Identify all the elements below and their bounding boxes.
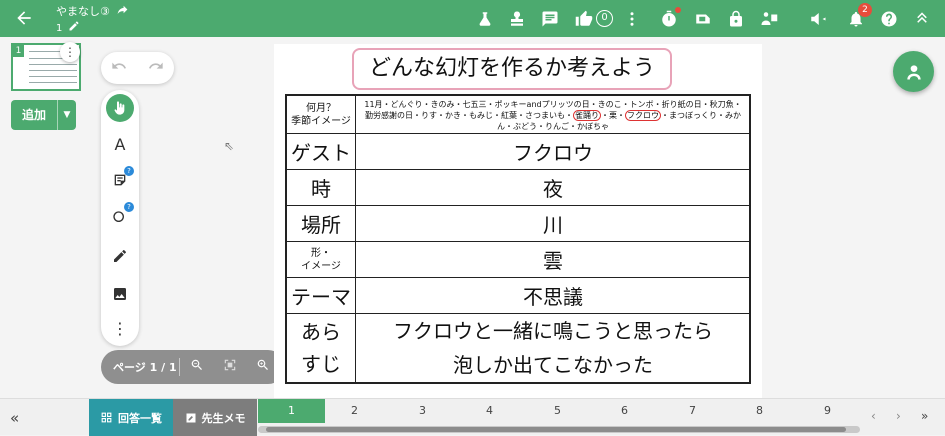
teacher-memo-label: 先生メモ	[201, 411, 246, 425]
fit-screen-icon[interactable]	[213, 358, 246, 376]
row-value[interactable]: 不思議	[357, 278, 749, 313]
image-icon[interactable]	[106, 280, 134, 308]
page-control: ページ 1 / 1	[101, 350, 285, 384]
circled-keyword: 雀踊り	[573, 109, 601, 121]
table-row: あら すじ フクロウと一緒に鳴こうと思ったら 泡しか出てこなかった	[287, 313, 749, 382]
stamp-icon[interactable]	[506, 8, 528, 30]
share-icon[interactable]	[116, 3, 129, 20]
row-value[interactable]: 夜	[357, 170, 749, 205]
story-label: あら すじ	[287, 314, 356, 382]
memo-icon	[186, 413, 195, 422]
help-icon[interactable]	[878, 8, 900, 30]
page-number-label: 1	[56, 22, 63, 34]
page-tab-2[interactable]: 2	[321, 399, 388, 423]
page-scrollbar-thumb[interactable]	[266, 427, 846, 432]
row-value[interactable]: 雲	[357, 242, 749, 277]
row-value[interactable]: 川	[357, 206, 749, 241]
thumbnail-menu-icon[interactable]: ⋮	[60, 42, 80, 62]
more-tools-icon[interactable]: ⋮	[106, 314, 134, 342]
more-vert-icon[interactable]	[621, 8, 643, 30]
table-row: 場所 川	[287, 205, 749, 241]
lock-icon[interactable]	[725, 8, 747, 30]
notification-badge: 2	[858, 3, 872, 17]
page-indicator: ページ 1 / 1	[113, 361, 177, 374]
page-tab-6[interactable]: 6	[591, 399, 658, 423]
row-label: 形・ イメージ	[287, 242, 356, 277]
table-row: 形・ イメージ 雲	[287, 241, 749, 277]
thumbnail-number: 1	[13, 45, 24, 57]
undo-icon[interactable]	[111, 58, 127, 78]
page-tab-3[interactable]: 3	[389, 399, 456, 423]
table-row: 何月？ 季節イメージ 11月・どんぐり・きのみ・七五三・ポッキーandプリッツの日…	[287, 96, 749, 134]
add-page-button[interactable]: 追加 ▼	[11, 100, 76, 130]
season-keywords[interactable]: 11月・どんぐり・きのみ・七五三・ポッキーandプリッツの日・きのこ・トンボ・折…	[357, 96, 749, 134]
table-row: ゲスト フクロウ	[287, 133, 749, 169]
scroll-left-icon[interactable]: ‹	[871, 409, 876, 423]
student-view-button[interactable]	[893, 51, 934, 92]
help-badge-icon: ?	[124, 202, 134, 212]
worksheet-heading[interactable]: どんな幻灯を作るか考えよう	[352, 48, 672, 90]
document-title: やまなし③	[56, 4, 110, 18]
present-icon[interactable]	[758, 8, 780, 30]
help-badge-icon: ?	[124, 166, 134, 176]
page-tab-5[interactable]: 5	[524, 399, 591, 423]
worksheet-table: 何月？ 季節イメージ 11月・どんぐり・きのみ・七五三・ポッキーandプリッツの日…	[285, 94, 751, 384]
page-tab-1[interactable]: 1	[258, 399, 325, 423]
shape-icon[interactable]: ?	[106, 202, 134, 230]
teacher-memo-button[interactable]: 先生メモ	[173, 399, 257, 436]
answers-list-label: 回答一覧	[118, 411, 162, 425]
grid-icon	[101, 412, 112, 423]
page-tab-4[interactable]: 4	[456, 399, 523, 423]
page-tab-9[interactable]: 9	[794, 399, 861, 423]
row-label: 場所	[287, 206, 356, 241]
row-label: 時	[287, 170, 356, 205]
table-row: 時 夜	[287, 169, 749, 205]
row-label: テーマ	[287, 278, 356, 313]
row-label: ゲスト	[287, 134, 356, 169]
comment-icon[interactable]	[539, 8, 561, 30]
circled-keyword: フクロウ	[625, 109, 661, 121]
megaphone-icon[interactable]	[807, 8, 829, 30]
edit-icon[interactable]	[68, 20, 80, 37]
answers-list-button[interactable]: 回答一覧	[89, 399, 173, 436]
pen-icon[interactable]	[106, 242, 134, 270]
mouse-cursor-icon: ⇖	[224, 139, 235, 153]
timer-alert-dot	[675, 7, 681, 13]
sticky-note-icon[interactable]: ?	[106, 166, 134, 194]
lab-icon[interactable]	[474, 8, 496, 30]
text-icon[interactable]: A	[106, 130, 134, 158]
collapse-up-icon[interactable]	[911, 8, 933, 30]
top-bar: やまなし③ 1 0 2	[0, 0, 945, 37]
row-value[interactable]: フクロウ	[357, 134, 749, 169]
add-button-label: 追加	[21, 108, 46, 122]
table-row: テーマ 不思議	[287, 277, 749, 313]
expand-down-icon[interactable]: »	[921, 409, 928, 423]
zoom-out-icon[interactable]	[180, 358, 213, 376]
document-title-block: やまなし③ 1	[56, 3, 129, 37]
add-dropdown-icon[interactable]: ▼	[57, 100, 76, 130]
redo-icon[interactable]	[148, 58, 164, 78]
collapse-left-icon[interactable]: «	[10, 409, 19, 427]
thumb-up-icon[interactable]	[573, 8, 595, 30]
tool-palette: A ? ? ⋮	[101, 90, 139, 346]
page-tab-7[interactable]: 7	[659, 399, 726, 423]
page-tab-8[interactable]: 8	[726, 399, 793, 423]
back-arrow-icon[interactable]	[14, 8, 36, 30]
like-count: 0	[596, 10, 613, 27]
season-label: 何月？ 季節イメージ	[287, 96, 356, 134]
undo-redo-group	[101, 52, 174, 84]
hand-pointer-icon[interactable]	[106, 94, 134, 122]
camera-off-icon[interactable]	[692, 8, 714, 30]
scroll-right-icon[interactable]: ›	[896, 409, 901, 423]
story-value[interactable]: フクロウと一緒に鳴こうと思ったら 泡しか出てこなかった	[357, 314, 749, 382]
